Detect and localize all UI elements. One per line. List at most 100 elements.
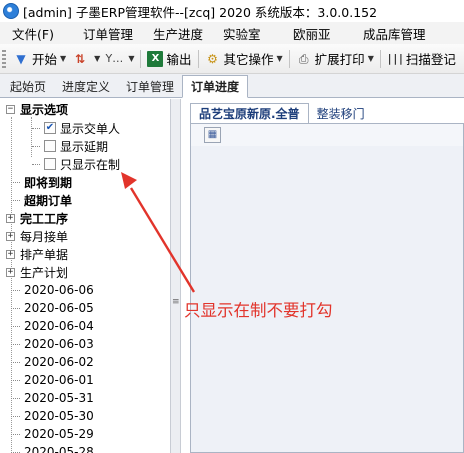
tree-node-date[interactable]: 2020-05-31 <box>0 389 94 407</box>
show-creator-checkbox[interactable]: ✔ <box>44 122 56 134</box>
tree-node-production-orders[interactable]: + 排产单据 <box>0 245 68 263</box>
inner-tab-primary[interactable]: 品艺宝原新原.全普 <box>190 103 309 123</box>
option-show-delay[interactable]: 显示延期 <box>24 137 108 155</box>
tab-progress-definition[interactable]: 进度定义 <box>54 76 118 97</box>
option-label: 显示延期 <box>60 139 109 154</box>
menu-ouliya[interactable]: 欧丽亚 <box>279 24 349 43</box>
option-show-in-production[interactable]: 只显示在制 <box>24 155 120 173</box>
tree-node-date[interactable]: 2020-05-30 <box>0 407 94 425</box>
tree-date-label: 2020-05-30 <box>24 409 94 423</box>
toolbar-separator <box>140 49 142 68</box>
document-tabs: 起始页 进度定义 订单管理 订单进度 <box>0 74 464 98</box>
option-label: 显示交单人 <box>60 121 121 136</box>
tree-node-overdue[interactable]: 超期订单 <box>0 191 72 209</box>
expand-icon[interactable]: + <box>6 213 15 223</box>
tree-connector <box>11 451 20 453</box>
tree-node-date[interactable]: 2020-06-04 <box>0 317 94 335</box>
tree-connector <box>11 361 20 363</box>
tab-order-progress[interactable]: 订单进度 <box>182 75 249 98</box>
start-icon: ▼ <box>16 51 26 66</box>
scan-login-label: 扫描登记 <box>405 52 456 67</box>
toolbar: ▼ 开始 ▼ ⇅ ▼ Y… ▼ X 输出 ⚙ 其它操作 ▼ ⎙ 扩展打印 ▼ |… <box>0 44 464 74</box>
window-title: [admin] 子墨ERP管理软件--[zcq] 2020 系统版本：3.0.0… <box>23 4 378 20</box>
expand-icon[interactable]: + <box>6 249 15 259</box>
toolbar-separator <box>288 49 290 68</box>
panel-splitter[interactable]: ≡ <box>171 99 181 453</box>
menu-file[interactable]: 文件(F) <box>0 24 69 43</box>
other-ops-label: 其它操作 <box>223 52 274 67</box>
inner-tab-sliding-door[interactable]: 整装移门 <box>309 103 373 123</box>
tree-node-label: 显示选项 <box>20 102 69 117</box>
tree-date-label: 2020-06-06 <box>24 283 94 297</box>
tree-node-date[interactable]: 2020-06-02 <box>0 353 94 371</box>
tree-date-label: 2020-06-04 <box>24 319 94 333</box>
option-show-creator[interactable]: ✔ 显示交单人 <box>24 119 120 137</box>
printer-icon: ⎙ <box>298 51 309 66</box>
tree-node-date[interactable]: 2020-06-01 <box>0 371 94 389</box>
toolbar-grip[interactable] <box>2 49 6 68</box>
tab-order-management[interactable]: 订单管理 <box>118 76 182 97</box>
tree-node-date[interactable]: 2020-06-05 <box>0 299 94 317</box>
barcode-icon: ||| <box>386 52 404 65</box>
tree-node-date[interactable]: 2020-05-29 <box>0 425 94 443</box>
export-label: 输出 <box>166 52 192 67</box>
chevron-down-icon: ▼ <box>94 54 101 63</box>
sort-icon: ⇅ <box>75 51 86 66</box>
excel-icon: X <box>147 50 164 67</box>
ext-print-button[interactable]: ⎙ 扩展打印 ▼ <box>293 48 377 70</box>
sort-button[interactable]: ⇅ ▼ <box>69 48 103 70</box>
tree-connector <box>11 415 20 417</box>
tree-connector <box>32 163 40 165</box>
tree-node-label: 每月接单 <box>20 229 69 244</box>
filter-icon: Y… <box>105 52 124 65</box>
tree-date-label: 2020-06-03 <box>24 337 94 351</box>
tree-node-label: 即将到期 <box>24 175 73 190</box>
option-label: 只显示在制 <box>60 157 121 172</box>
tree-node-label: 完工工序 <box>20 211 69 226</box>
gear-icon: ⚙ <box>207 51 218 66</box>
tree-node-monthly-orders[interactable]: + 每月接单 <box>0 227 68 245</box>
menu-production-progress[interactable]: 生产进度 <box>139 24 209 43</box>
tree-panel: − 显示选项 ✔ 显示交单人 显示延期 只显示在制 即将到期 超期订单 + 完工… <box>0 99 171 453</box>
tree-connector <box>11 289 20 291</box>
menu-laboratory[interactable]: 实验室 <box>209 24 279 43</box>
chevron-down-icon: ▼ <box>128 54 135 63</box>
show-in-production-checkbox[interactable] <box>44 158 56 170</box>
tree-date-label: 2020-05-31 <box>24 391 94 405</box>
inner-tabs: 品艺宝原新原.全普 整装移门 <box>190 101 373 123</box>
show-delay-checkbox[interactable] <box>44 140 56 152</box>
tree-node-finished-process[interactable]: + 完工工序 <box>0 209 68 227</box>
expand-icon[interactable]: + <box>6 231 15 241</box>
tree-connector <box>11 343 20 345</box>
tree-node-display-options[interactable]: − 显示选项 <box>0 100 68 118</box>
content-panel: 品艺宝原新原.全普 整装移门 ▦ <box>182 99 464 453</box>
filter-button[interactable]: Y… ▼ <box>103 48 137 70</box>
tree-connector <box>11 397 20 399</box>
tree-node-date[interactable]: 2020-06-03 <box>0 335 94 353</box>
tree-connector <box>11 433 20 435</box>
inner-toolbar: ▦ <box>191 124 463 146</box>
other-ops-button[interactable]: ⚙ 其它操作 ▼ <box>202 48 286 70</box>
start-button[interactable]: ▼ 开始 ▼ <box>10 48 69 70</box>
expand-icon[interactable]: + <box>6 267 15 277</box>
scan-login-button[interactable]: ||| 扫描登记 <box>384 48 459 70</box>
toolbar-separator <box>379 49 381 68</box>
tree-node-date[interactable]: 2020-05-28 <box>0 443 94 453</box>
tree-node-production-plan[interactable]: + 生产计划 <box>0 263 68 281</box>
tree-date-label: 2020-05-28 <box>24 445 94 453</box>
tree-node-date[interactable]: 2020-06-06 <box>0 281 94 299</box>
toolbar-separator <box>197 49 199 68</box>
tree-node-due-soon[interactable]: 即将到期 <box>0 173 72 191</box>
tree-connector <box>11 325 20 327</box>
tree-date-label: 2020-06-05 <box>24 301 94 315</box>
tree-connector <box>32 145 40 147</box>
tab-start-page[interactable]: 起始页 <box>2 76 54 97</box>
menu-finished-goods[interactable]: 成品库管理 <box>349 24 426 43</box>
tree-connector <box>11 379 20 381</box>
menu-order-management[interactable]: 订单管理 <box>69 24 139 43</box>
tree-node-label: 超期订单 <box>24 193 73 208</box>
export-button[interactable]: X 输出 <box>144 48 194 70</box>
collapse-icon[interactable]: − <box>6 104 15 114</box>
ext-print-label: 扩展打印 <box>314 52 365 67</box>
grid-options-icon[interactable]: ▦ <box>204 127 221 143</box>
